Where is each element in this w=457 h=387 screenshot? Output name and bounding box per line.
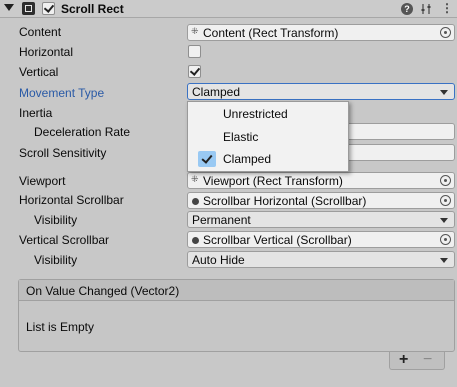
on-value-changed-event: On Value Changed (Vector2) List is Empty — [18, 279, 455, 352]
add-listener-button[interactable]: + — [399, 351, 408, 369]
inertia-label: Inertia — [19, 106, 53, 120]
viewport-label: Viewport — [19, 174, 66, 188]
deceleration-rate-label: Deceleration Rate — [34, 125, 131, 139]
menu-item-clamped[interactable]: Clamped — [188, 148, 348, 170]
menu-item-unrestricted[interactable]: Unrestricted — [188, 103, 348, 125]
horizontal-scrollbar-field[interactable]: Scrollbar Horizontal (Scrollbar) — [187, 192, 455, 209]
menu-item-elastic[interactable]: Elastic — [188, 126, 348, 148]
horizontal-visibility-label: Visibility — [34, 213, 78, 227]
vertical-checkbox[interactable] — [188, 65, 201, 78]
scrollbar-object-icon — [192, 198, 199, 205]
movement-type-label: Movement Type — [19, 86, 105, 100]
more-options-icon[interactable]: ⋮ — [441, 2, 453, 15]
presets-icon[interactable] — [420, 3, 432, 15]
event-header: On Value Changed (Vector2) — [19, 280, 454, 301]
content-field[interactable]: Content (Rect Transform) — [187, 24, 455, 41]
vertical-scrollbar-label: Vertical Scrollbar — [19, 233, 110, 247]
dropdown-arrow-icon — [440, 258, 448, 263]
object-picker-icon[interactable] — [440, 175, 451, 186]
scroll-rect-component-icon — [22, 2, 35, 15]
movement-type-dropdown[interactable]: Clamped — [187, 83, 455, 100]
object-picker-icon[interactable] — [440, 234, 451, 245]
rect-transform-icon — [191, 26, 200, 37]
vertical-visibility-dropdown[interactable]: Auto Hide — [187, 251, 455, 268]
horizontal-checkbox[interactable] — [188, 45, 201, 58]
rect-transform-icon — [191, 174, 200, 185]
vertical-visibility-label: Visibility — [34, 253, 78, 267]
dropdown-arrow-icon — [440, 90, 448, 95]
viewport-field[interactable]: Viewport (Rect Transform) — [187, 172, 455, 189]
help-icon[interactable]: ? — [401, 3, 413, 15]
horizontal-visibility-dropdown[interactable]: Permanent — [187, 211, 455, 228]
component-header: Scroll Rect ? ⋮ — [0, 0, 457, 18]
event-title: On Value Changed (Vector2) — [26, 284, 180, 298]
empty-list-text: List is Empty — [26, 320, 95, 334]
horizontal-label: Horizontal — [19, 45, 74, 59]
component-title: Scroll Rect — [61, 2, 124, 16]
remove-listener-button[interactable]: − — [423, 351, 432, 369]
event-list-footer: + − — [389, 351, 445, 370]
vertical-scrollbar-field[interactable]: Scrollbar Vertical (Scrollbar) — [187, 231, 455, 248]
horizontal-scrollbar-label: Horizontal Scrollbar — [19, 193, 124, 207]
scrollbar-object-icon — [192, 237, 199, 244]
object-picker-icon[interactable] — [440, 27, 451, 38]
foldout-caret-icon[interactable] — [4, 4, 14, 11]
movement-type-menu: Unrestricted Elastic Clamped — [187, 101, 349, 172]
content-label: Content — [19, 25, 62, 39]
scroll-sensitivity-label: Scroll Sensitivity — [19, 146, 107, 160]
object-picker-icon[interactable] — [440, 195, 451, 206]
component-enabled-checkbox[interactable] — [42, 2, 55, 15]
dropdown-arrow-icon — [440, 218, 448, 223]
checkmark-icon — [198, 151, 216, 167]
vertical-label: Vertical — [19, 65, 59, 79]
